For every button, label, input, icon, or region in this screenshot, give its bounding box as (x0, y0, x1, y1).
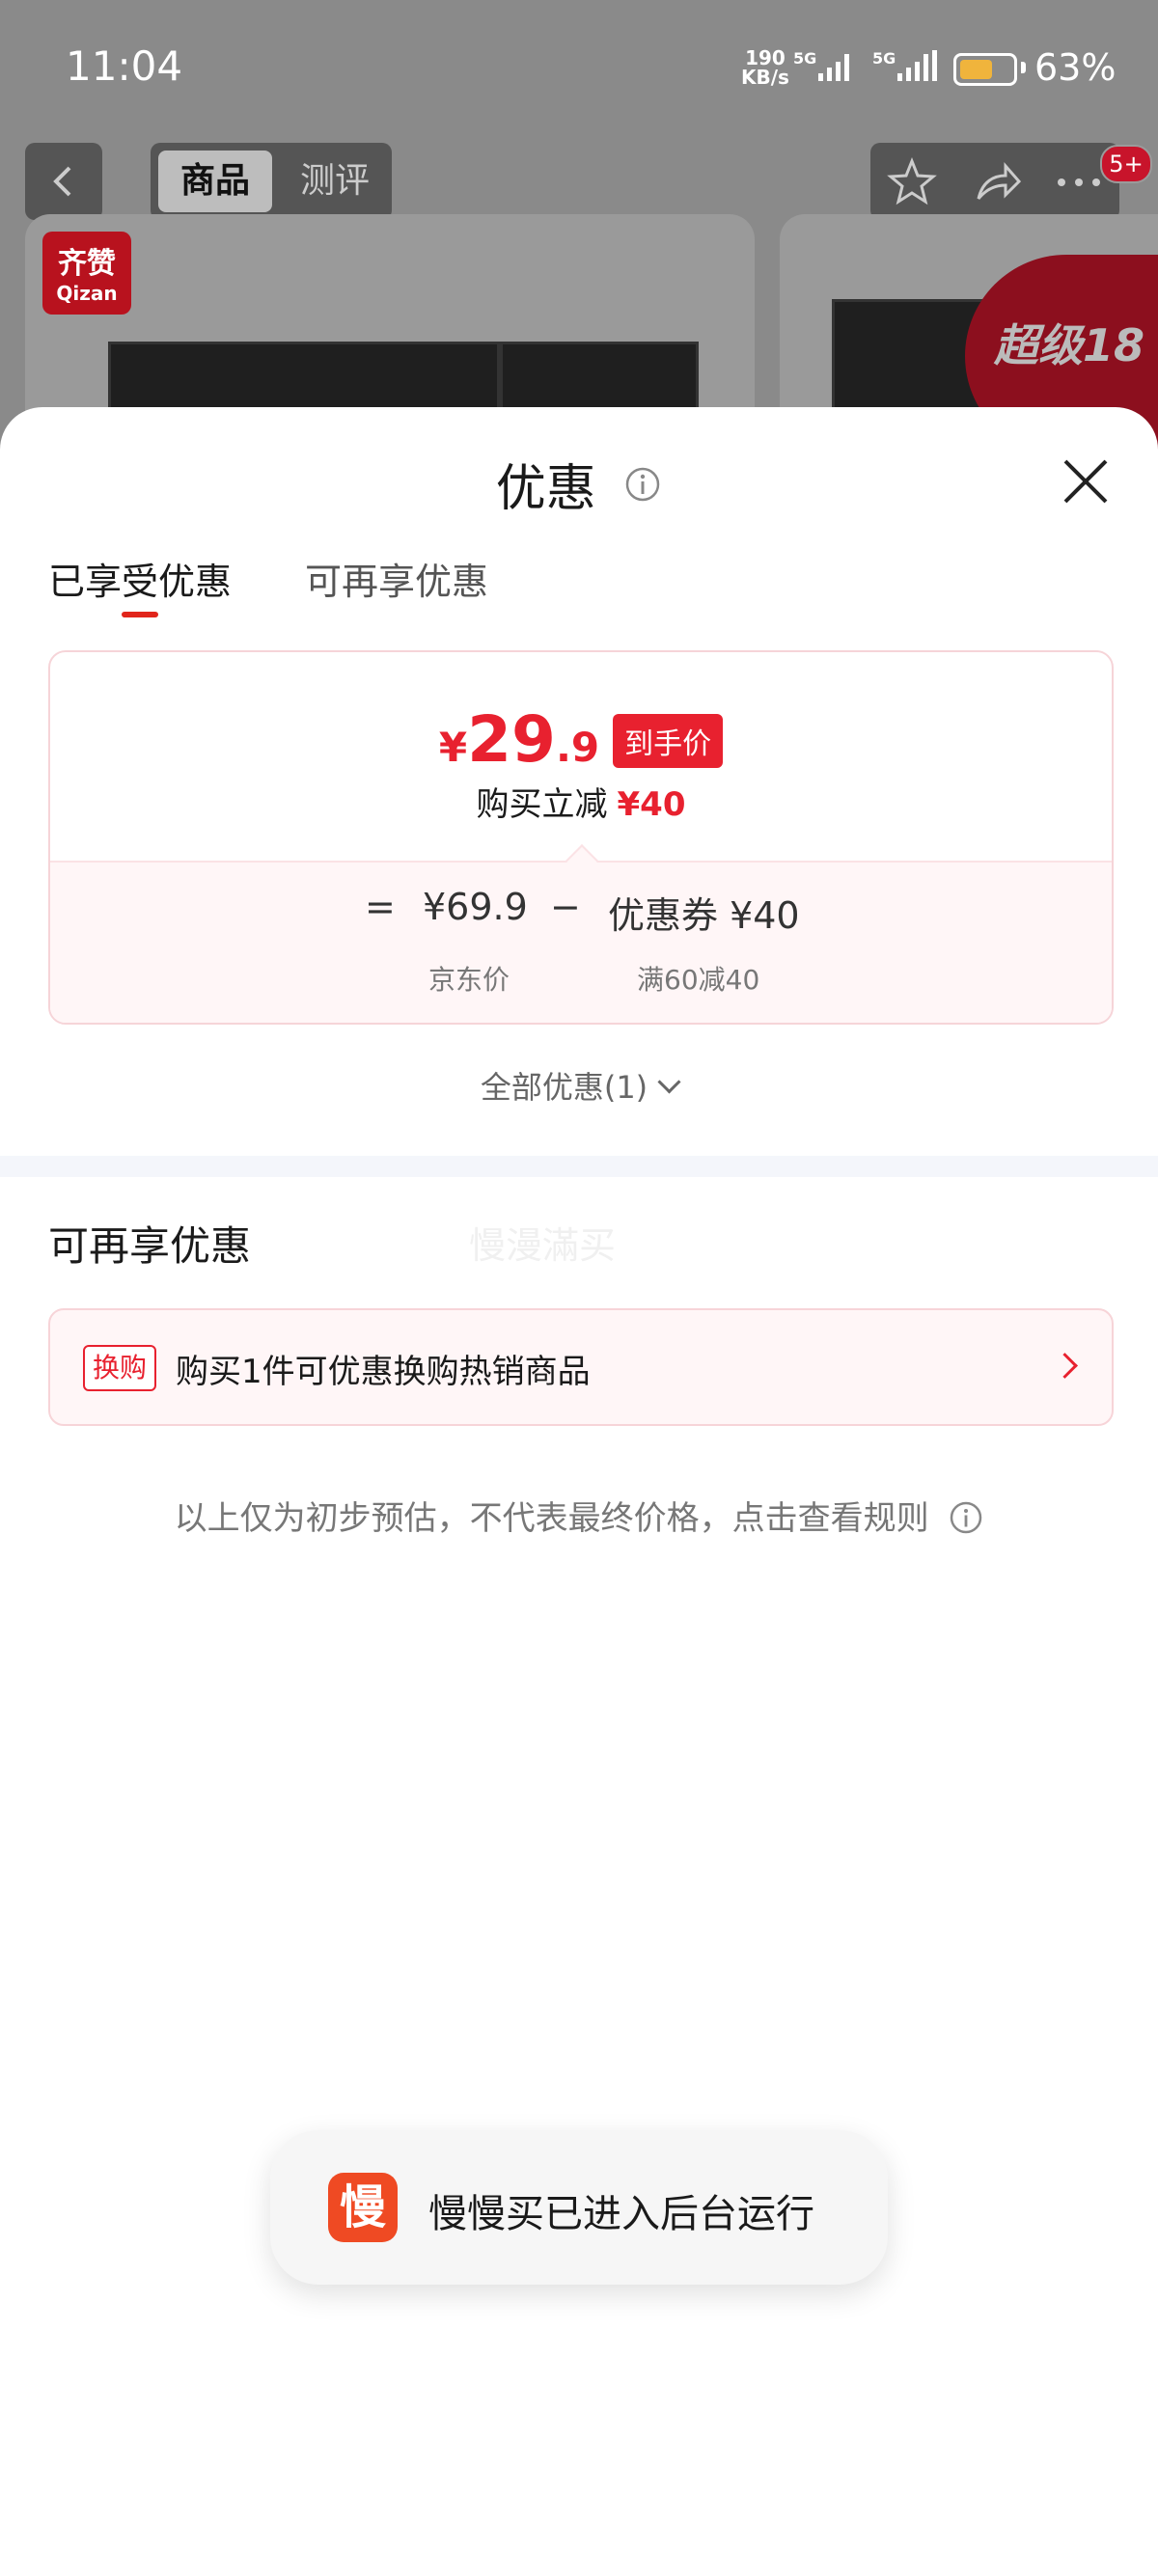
app-logo-icon: 慢 (328, 2173, 398, 2242)
instant-reduction: 购买立减 ¥40 (50, 778, 1112, 825)
active-tab-indicator (122, 612, 158, 617)
background-running-toast: 慢 慢慢买已进入后台运行 (270, 2130, 888, 2285)
tab-review[interactable]: 测评 (284, 151, 386, 212)
final-price-currency: ¥ (438, 724, 468, 771)
exchange-offer-row[interactable]: 换购 购买1件可优惠换购热销商品 (48, 1308, 1114, 1426)
section-divider (0, 1156, 1158, 1177)
chevron-down-icon (657, 1070, 681, 1094)
battery-percent: 63% (1034, 46, 1117, 89)
toast-text: 慢慢买已进入后台运行 (428, 2192, 814, 2236)
final-price-decimal: .9 (555, 724, 600, 771)
price-formula-section: = ¥69.9 − 优惠券 ¥40 京东价 满60减40 (50, 844, 1112, 1023)
battery-icon (953, 53, 1017, 86)
instant-reduction-amount: ¥40 (617, 785, 686, 824)
instant-reduction-label: 购买立减 (476, 785, 608, 824)
tab-enjoyed-discounts[interactable]: 已享受优惠 (48, 552, 232, 605)
info-icon (951, 1501, 982, 1534)
product-tab-group: 商品 测评 (151, 143, 392, 220)
final-price-integer: 29 (467, 702, 556, 777)
brand-logo: 齐赞 Qizan (42, 232, 131, 315)
formula-equals: = (365, 886, 396, 928)
close-icon[interactable] (1060, 455, 1112, 507)
watermark: 慢漫滿买 (469, 1224, 617, 1267)
signal-5g-icon: 5G (872, 50, 937, 81)
disclaimer-text: 以上仅为初步预估，不代表最终价格，点击查看规则 (174, 1499, 929, 1538)
exchange-text: 购买1件可优惠换购热销商品 (176, 1353, 591, 1391)
all-discounts-toggle[interactable]: 全部优惠(1) (0, 1063, 1158, 1108)
price-disclaimer[interactable]: 以上仅为初步预估，不代表最终价格，点击查看规则 (0, 1492, 1158, 1539)
battery-fill (960, 60, 992, 79)
final-price-tag: 到手价 (613, 714, 724, 768)
tab-more-discounts[interactable]: 可再享优惠 (305, 552, 488, 605)
more-discounts-title: 可再享优惠 (48, 1222, 252, 1270)
chevron-left-icon (53, 166, 71, 197)
final-price: ¥29.9 到手价 (50, 702, 1112, 777)
status-bar: 11:04 190 KB/s 5G 5G 63% (0, 0, 1158, 135)
svg-text:5G: 5G (793, 50, 816, 68)
more-icon[interactable] (1050, 156, 1108, 208)
jd-price: ¥69.9 (423, 886, 528, 928)
network-speed: 190 KB/s (741, 46, 789, 89)
notification-badge: 5+ (1100, 145, 1152, 183)
sheet-header: 优惠 (0, 448, 1158, 520)
battery-cap (1021, 62, 1026, 73)
sheet-title: 优惠 (495, 460, 596, 518)
card-notch (565, 844, 598, 877)
info-icon[interactable] (623, 465, 662, 504)
coupon-amount: 优惠券 ¥40 (608, 894, 800, 937)
price-formula: = ¥69.9 − 优惠券 ¥40 (50, 886, 1112, 944)
status-time: 11:04 (66, 42, 183, 90)
chevron-right-icon (1052, 1353, 1078, 1379)
back-button[interactable] (25, 143, 102, 220)
svg-text:5G: 5G (872, 50, 896, 68)
exchange-tag: 换购 (83, 1345, 156, 1391)
tab-product[interactable]: 商品 (158, 151, 272, 212)
signal-5g-icon: 5G (793, 50, 849, 81)
product-actions (870, 143, 1119, 220)
star-icon[interactable] (886, 156, 938, 208)
formula-minus: − (550, 886, 581, 928)
coupon-condition: 满60减40 (637, 964, 760, 996)
jd-price-label: 京东价 (428, 964, 510, 996)
share-icon[interactable] (971, 156, 1023, 208)
all-discounts-label: 全部优惠(1) (480, 1069, 648, 1106)
price-breakdown-card: ¥29.9 到手价 购买立减 ¥40 = ¥69.9 − 优惠券 ¥40 京东价 满… (48, 650, 1114, 1025)
